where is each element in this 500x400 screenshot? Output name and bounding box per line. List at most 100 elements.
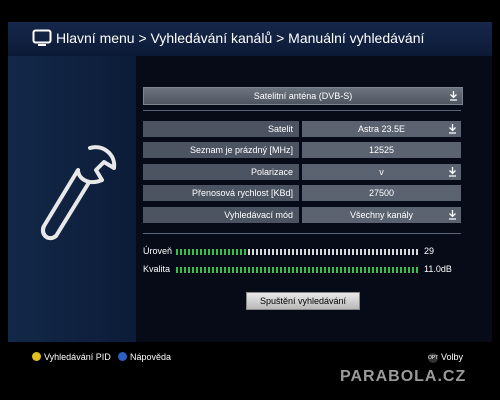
options-hint-label: Volby	[441, 352, 464, 362]
meter-segment	[244, 249, 246, 255]
meter-segment	[412, 267, 414, 273]
screen: Hlavní menu > Vyhledávání kanálů > Manuá…	[0, 0, 500, 400]
meter-segment	[368, 267, 370, 273]
meter-segment	[380, 249, 382, 255]
quality-meter	[176, 267, 420, 273]
meter-segment	[296, 267, 298, 273]
meter-segment	[308, 249, 310, 255]
meter-segment	[396, 267, 398, 273]
meter-segment	[232, 267, 234, 273]
meter-segment	[276, 267, 278, 273]
meter-segment	[412, 249, 414, 255]
dropdown-arrow-icon	[449, 124, 456, 134]
meter-segment	[408, 267, 410, 273]
meter-segment	[324, 267, 326, 273]
meter-segment	[176, 267, 178, 273]
meter-segment	[356, 267, 358, 273]
quality-label: Kvalita	[143, 264, 171, 274]
meter-segment	[192, 267, 194, 273]
level-label: Úroveň	[143, 246, 173, 256]
setting-value: Všechny kanály	[349, 210, 414, 220]
meter-segment	[404, 267, 406, 273]
setting-label: Seznam je prázdný [MHz]	[143, 142, 299, 158]
meter-segment	[196, 267, 198, 273]
meter-segment	[344, 249, 346, 255]
meter-segment	[276, 249, 278, 255]
meter-segment	[264, 249, 266, 255]
meter-segment	[368, 249, 370, 255]
setting-input[interactable]: 27500	[302, 185, 461, 201]
meter-segment	[260, 249, 262, 255]
tv-icon	[32, 29, 52, 46]
dropdown-arrow-icon	[450, 91, 457, 101]
meter-segment	[328, 267, 330, 273]
setting-dropdown[interactable]: v	[302, 164, 461, 180]
meter-segment	[184, 249, 186, 255]
meter-segment	[280, 249, 282, 255]
meter-segment	[312, 267, 314, 273]
meter-segment	[320, 267, 322, 273]
meter-segment	[316, 249, 318, 255]
meter-segment	[196, 249, 198, 255]
meter-segment	[348, 267, 350, 273]
meter-segment	[216, 267, 218, 273]
meter-segment	[360, 249, 362, 255]
quality-value: 11.0dB	[424, 264, 452, 274]
meter-segment	[224, 267, 226, 273]
meter-segment	[208, 267, 210, 273]
opt-badge: OPT	[428, 353, 439, 363]
setting-dropdown[interactable]: Astra 23.5E	[302, 121, 461, 137]
blue-hint[interactable]: Nápověda	[118, 352, 171, 362]
meter-segment	[292, 267, 294, 273]
start-scan-button[interactable]: Spuštění vyhledávání	[246, 292, 360, 310]
meter-segment	[272, 267, 274, 273]
divider-top	[143, 110, 461, 111]
meter-segment	[288, 249, 290, 255]
setting-value: Astra 23.5E	[357, 124, 406, 134]
antenna-dropdown[interactable]: Satelitní anténa (DVB-S)	[143, 87, 463, 105]
meter-segment	[400, 267, 402, 273]
meter-segment	[192, 249, 194, 255]
meter-segment	[248, 249, 250, 255]
meter-segment	[268, 267, 270, 273]
meter-segment	[372, 267, 374, 273]
setting-input[interactable]: 12525	[302, 142, 461, 158]
wrench-icon	[41, 145, 117, 241]
meter-segment	[228, 267, 230, 273]
yellow-hint[interactable]: Vyhledávání PID	[32, 352, 111, 362]
meter-segment	[316, 267, 318, 273]
setting-label: Polarizace	[143, 164, 299, 180]
options-hint[interactable]: OPT Volby	[428, 352, 463, 363]
meter-segment	[188, 267, 190, 273]
setting-dropdown[interactable]: Všechny kanály	[302, 207, 461, 223]
meter-segment	[208, 249, 210, 255]
meter-segment	[204, 249, 206, 255]
meter-segment	[184, 267, 186, 273]
meter-segment	[376, 267, 378, 273]
meter-segment	[404, 249, 406, 255]
meter-segment	[392, 249, 394, 255]
meter-segment	[240, 249, 242, 255]
meter-segment	[232, 249, 234, 255]
meter-segment	[180, 249, 182, 255]
meter-segment	[396, 249, 398, 255]
level-value: 29	[424, 246, 435, 256]
meter-segment	[408, 249, 410, 255]
meter-segment	[332, 267, 334, 273]
meter-segment	[180, 267, 182, 273]
meter-segment	[400, 249, 402, 255]
setting-value: 27500	[368, 188, 395, 198]
antenna-value: Satelitní anténa (DVB-S)	[253, 91, 353, 101]
meter-segment	[304, 267, 306, 273]
setting-label: Satelit	[143, 121, 299, 137]
meter-segment	[416, 249, 418, 255]
meter-segment	[356, 249, 358, 255]
meter-segment	[380, 267, 382, 273]
meter-segment	[320, 249, 322, 255]
meter-segment	[364, 267, 366, 273]
setting-label: Vyhledávací mód	[143, 207, 299, 223]
meter-segment	[300, 267, 302, 273]
meter-segment	[212, 267, 214, 273]
blue-button-icon	[118, 352, 127, 361]
meter-segment	[224, 249, 226, 255]
